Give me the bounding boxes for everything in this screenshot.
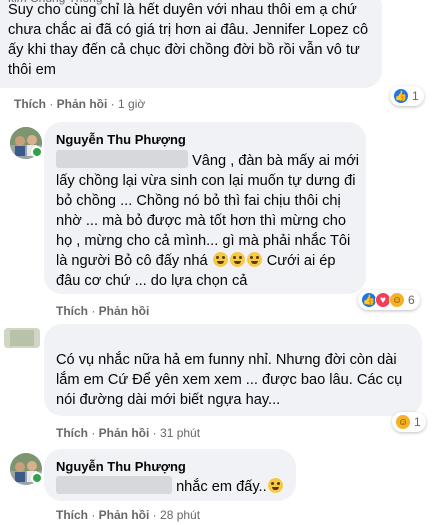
like-reaction-icon: 👍 [393,88,409,104]
reply-button[interactable]: Phản hồi [99,508,150,522]
like-button[interactable]: Thích [56,304,88,318]
reaction-summary[interactable]: ☺ 1 [392,412,426,432]
online-status-icon [31,472,43,484]
comment-time: 28 phút [160,508,201,522]
haha-reaction-icon: ☺ [395,414,411,430]
like-button[interactable]: Thích [14,97,46,111]
comment-text: Vâng , đàn bà mấy ai mới lấy chồng lại v… [56,150,360,291]
comment-text: Suy cho cùng chỉ là hết duyên với nhau t… [8,2,369,78]
reply-button[interactable]: Phản hồi [99,304,150,318]
comment-bubble: Nguyễn Thu Phượng nhắc em đấy.. [44,449,296,501]
avatar[interactable] [4,328,40,348]
online-status-icon [31,146,43,158]
laughing-emoji-icon [246,252,262,267]
avatar-image [4,328,40,348]
laughing-emoji-icon [212,252,228,267]
comment-text: nhắc em đấy.. [56,476,292,497]
laughing-emoji-icon [267,478,283,493]
comment-bubble: Có vụ nhắc nữa hả em funny nhỉ. Nhưng đờ… [44,324,422,416]
comment-actions: Thích · Phản hồi · 1 giờ [14,97,146,111]
reaction-count: 1 [412,89,419,103]
like-button[interactable]: Thích [56,426,88,440]
comment-bubble: Nguyễn Thu Phượng Vâng , đàn bà mấy ai m… [44,122,366,294]
reply-button[interactable]: Phản hồi [57,97,108,111]
comment-author[interactable]: Nguyễn Thu Phượng [56,458,186,475]
tagged-user-name[interactable] [56,476,172,494]
reply-button[interactable]: Phản hồi [99,426,150,440]
comment-body: Vâng , đàn bà mấy ai mới lấy chồng lại v… [56,153,360,269]
reaction-summary[interactable]: 👍 ♥ ☺ 6 [358,290,420,310]
comment-text: Có vụ nhắc nữa hả em funny nhỉ. Nhưng đờ… [56,352,403,408]
reaction-count: 1 [414,415,421,429]
comment-bubble: kim Chung Thông Suy cho cùng chỉ là hết … [0,0,382,88]
comment-actions: Thích · Phản hồi · 31 phút [56,426,201,440]
like-button[interactable]: Thích [56,508,88,522]
reaction-count: 6 [408,293,415,307]
tagged-user-name[interactable] [56,150,188,168]
laughing-emoji-icon [229,252,245,267]
comment-actions: Thích · Phản hồi [56,304,150,318]
comment-actions: Thích · Phản hồi · 28 phút [56,508,201,522]
comment-time: 1 giờ [118,97,146,111]
haha-reaction-icon: ☺ [389,292,405,308]
reaction-summary[interactable]: 👍 1 [390,86,424,106]
comment-author[interactable]: Nguyễn Thu Phượng [56,131,186,148]
comment-time: 31 phút [160,426,201,440]
comment-body: nhắc em đấy.. [176,479,267,495]
